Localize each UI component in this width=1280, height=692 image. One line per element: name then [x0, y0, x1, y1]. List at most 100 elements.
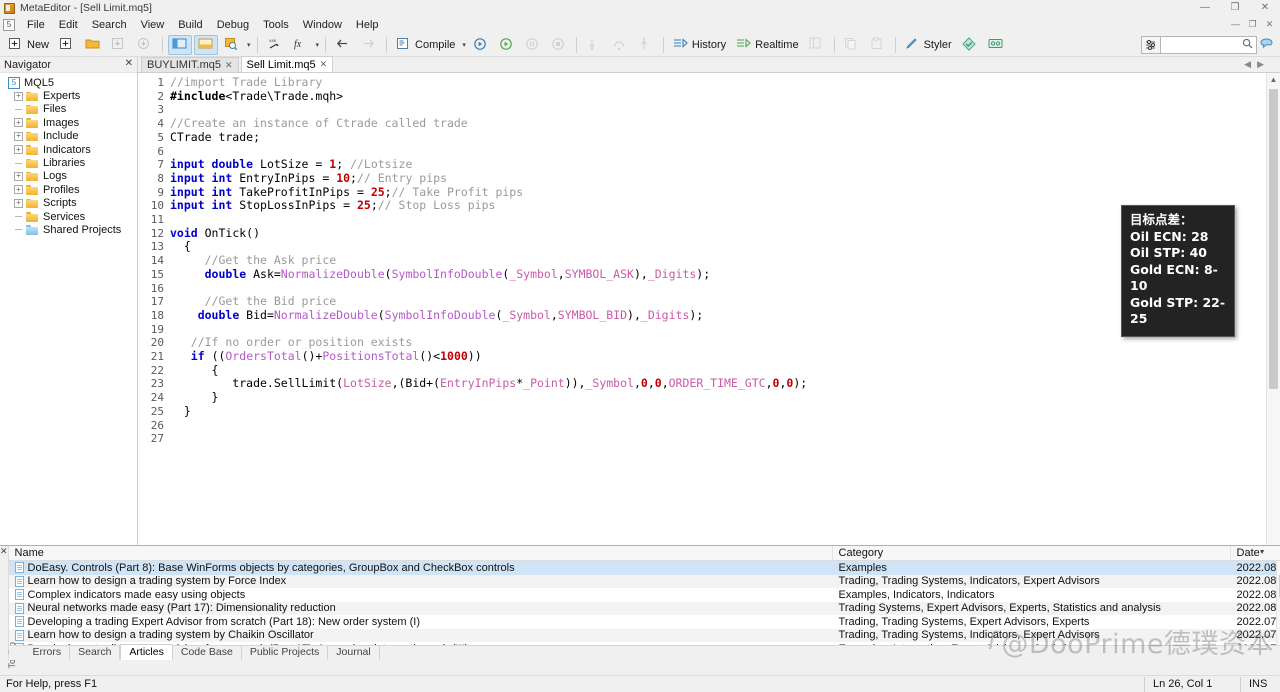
scrollbar-thumb[interactable] [1269, 89, 1278, 389]
minimize-button[interactable]: — [1190, 0, 1220, 16]
copy-button[interactable] [840, 35, 864, 55]
navigator-item-shared-projects[interactable]: Shared Projects [0, 223, 137, 236]
table-row[interactable]: Developing a trading Expert Advisor from… [9, 615, 1276, 629]
step-out-button[interactable] [634, 35, 658, 55]
column-header-name[interactable]: Name [9, 546, 833, 560]
scroll-up-icon[interactable]: ▲ [1277, 561, 1280, 573]
menu-item-edit[interactable]: Edit [52, 17, 85, 33]
tab-scroll-right-icon[interactable]: ▶ [1257, 59, 1264, 70]
goto-line-button[interactable]: VAR [263, 35, 287, 55]
editor-tab-sell-limit[interactable]: Sell Limit.mq5 ✕ [241, 56, 334, 72]
navigator-item-libraries[interactable]: Libraries [0, 156, 137, 169]
mdi-maximize-button[interactable]: ❐ [1244, 17, 1261, 31]
mdi-close-button[interactable]: ✕ [1261, 17, 1278, 31]
toolbox-tab-articles[interactable]: Articles [120, 644, 172, 660]
history-button[interactable]: History [669, 35, 730, 55]
sort-desc-icon[interactable]: ▼ [1259, 549, 1266, 556]
panel-toggle-button[interactable] [805, 35, 829, 55]
expand-plus-icon[interactable]: + [14, 199, 23, 208]
toolbox-tab-public-projects[interactable]: Public Projects [242, 645, 328, 660]
navigator-item-logs[interactable]: +Logs [0, 170, 137, 183]
navigator-item-profiles[interactable]: +Profiles [0, 183, 137, 196]
line-number: 11 [138, 214, 164, 227]
navigator-panel-button[interactable] [168, 35, 192, 55]
realtime-button[interactable]: Realtime [732, 35, 802, 55]
close-icon[interactable]: ✕ [225, 60, 233, 71]
expand-plus-icon[interactable]: + [14, 92, 23, 101]
menu-item-help[interactable]: Help [349, 17, 386, 33]
maximize-button[interactable]: ❐ [1220, 0, 1250, 16]
compile-label: Compile [415, 39, 455, 51]
compile-button[interactable]: Compile [392, 35, 459, 55]
expand-plus-icon[interactable]: + [14, 132, 23, 141]
navigator-item-images[interactable]: +Images [0, 116, 137, 129]
stop-button[interactable] [547, 35, 571, 55]
menu-item-search[interactable]: Search [85, 17, 134, 33]
functions-dropdown-caret-icon[interactable]: ▾ [314, 41, 322, 49]
column-header-category[interactable]: Category [833, 546, 1231, 560]
menu-item-build[interactable]: Build [171, 17, 209, 33]
menu-item-tools[interactable]: Tools [256, 17, 296, 33]
mdi-minimize-button[interactable]: — [1227, 17, 1244, 31]
filter-icon[interactable] [1141, 36, 1161, 54]
close-icon[interactable]: ✕ [125, 58, 133, 69]
table-row[interactable]: Learn how to design a trading system by … [9, 575, 1276, 589]
functions-button[interactable]: fx [289, 35, 313, 55]
find-button[interactable] [220, 35, 244, 55]
table-row[interactable]: Learn how to design a trading system by … [9, 629, 1276, 643]
close-icon[interactable]: ✕ [0, 546, 8, 556]
step-over-button[interactable] [608, 35, 632, 55]
code-content[interactable]: 1//import Trade Library 2#include<Trade\… [138, 73, 1280, 446]
expand-plus-icon[interactable]: + [14, 145, 23, 154]
styler-button[interactable]: Styler [901, 35, 956, 55]
expand-plus-icon[interactable]: + [14, 118, 23, 127]
table-row[interactable]: DoEasy. Controls (Part 8): Base WinForms… [9, 561, 1276, 575]
navigator-item-include[interactable]: +Include [0, 130, 137, 143]
navigator-item-files[interactable]: Files [0, 103, 137, 116]
compile-dropdown-caret-icon[interactable]: ▾ [460, 41, 468, 49]
scroll-down-icon[interactable]: ▼ [1277, 632, 1280, 644]
menu-item-file[interactable]: File [20, 17, 52, 33]
save-button[interactable] [107, 35, 131, 55]
editor-tab-buylimit[interactable]: BUYLIMIT.mq5 ✕ [141, 57, 239, 72]
navigator-item-experts[interactable]: +Experts [0, 89, 137, 102]
navigator-root-mql5[interactable]: 5 MQL5 [0, 76, 137, 89]
debug-button[interactable] [469, 35, 493, 55]
save-all-button[interactable] [133, 35, 157, 55]
navigate-forward-button[interactable] [357, 35, 381, 55]
navigator-item-scripts[interactable]: +Scripts [0, 197, 137, 210]
open-folder-button[interactable] [81, 35, 105, 55]
toolbox-tab-search[interactable]: Search [70, 645, 120, 660]
table-row[interactable]: Neural networks made easy (Part 17): Dim… [9, 602, 1276, 616]
table-row[interactable]: Complex indicators made easy using objec… [9, 588, 1276, 602]
scroll-up-icon[interactable]: ▲ [1267, 73, 1280, 87]
menu-item-debug[interactable]: Debug [210, 17, 256, 33]
mql5-storage-button[interactable] [958, 35, 982, 55]
navigate-back-button[interactable] [331, 35, 355, 55]
code-snippets-button[interactable] [984, 35, 1008, 55]
run-button[interactable] [495, 35, 519, 55]
paste-button[interactable] [866, 35, 890, 55]
step-into-button[interactable] [582, 35, 606, 55]
toolbox-panel-button[interactable] [194, 35, 218, 55]
magnifier-icon[interactable] [1242, 38, 1253, 52]
open-button[interactable] [55, 35, 79, 55]
find-dropdown-caret-icon[interactable]: ▾ [245, 41, 253, 49]
menu-item-window[interactable]: Window [296, 17, 349, 33]
toolbox-tab-code-base[interactable]: Code Base [173, 645, 242, 660]
tab-scroll-left-icon[interactable]: ◀ [1244, 59, 1251, 70]
expand-plus-icon[interactable]: + [14, 172, 23, 181]
help-icon[interactable] [1259, 37, 1274, 54]
editor-tab-scroll-controls[interactable]: ◀ ▶ [1244, 59, 1264, 70]
close-icon[interactable]: ✕ [320, 59, 328, 70]
pause-button[interactable] [521, 35, 545, 55]
expand-plus-icon[interactable]: + [14, 185, 23, 194]
close-button[interactable]: ✕ [1250, 0, 1280, 16]
menu-item-view[interactable]: View [134, 17, 172, 33]
new-file-button[interactable]: New [4, 35, 53, 55]
column-header-date[interactable]: Date ▼ [1231, 546, 1276, 560]
toolbox-tab-errors[interactable]: Errors [25, 645, 71, 660]
navigator-item-services[interactable]: Services [0, 210, 137, 223]
toolbox-tab-journal[interactable]: Journal [328, 645, 379, 660]
navigator-item-indicators[interactable]: +Indicators [0, 143, 137, 156]
